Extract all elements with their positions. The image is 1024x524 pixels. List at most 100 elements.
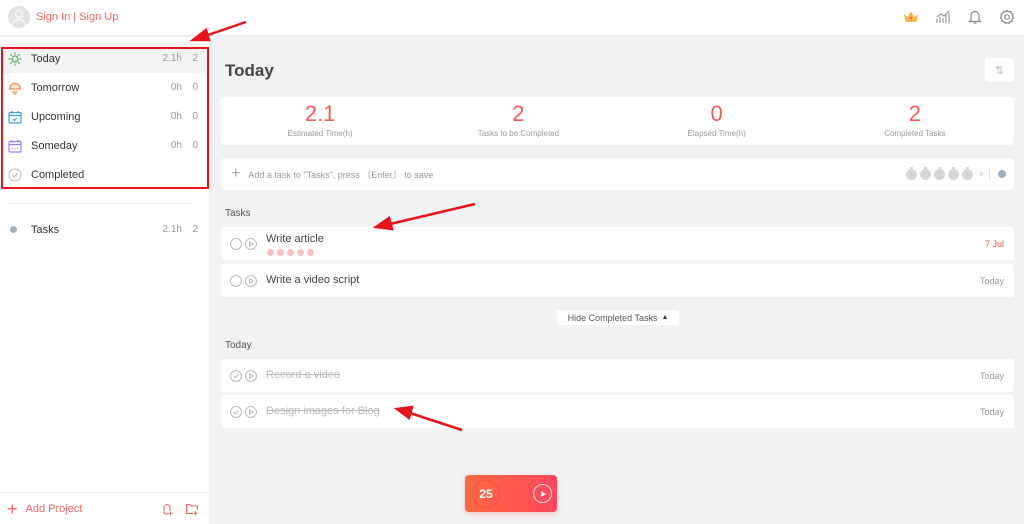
start-timer-button[interactable] <box>245 275 257 287</box>
task-due-date: Today <box>979 407 1004 417</box>
sidebar-item-hours: 0h <box>170 82 182 93</box>
sidebar-footer-icons <box>161 502 199 516</box>
sidebar-item-label: Today <box>31 52 61 65</box>
add-project-label: Add Project <box>25 502 83 515</box>
sidebar-item-upcoming[interactable]: Upcoming 0h 0 <box>2 102 207 131</box>
add-filter-icon[interactable] <box>161 502 175 516</box>
timer-start-button[interactable] <box>533 484 552 503</box>
task-row[interactable]: Write a video script Today <box>221 264 1014 297</box>
pomodoro-timer-widget[interactable]: 25 <box>465 475 557 512</box>
sun-icon <box>8 52 22 66</box>
sidebar-item-label: Tomorrow <box>31 81 80 94</box>
project-label: Tasks <box>31 223 60 236</box>
main-content: Today ⇅ 2.1 Estimated Time(h) 2 Tasks to… <box>209 37 1024 524</box>
pomodoro-icon[interactable] <box>920 166 932 180</box>
sidebar-item-tomorrow[interactable]: Tomorrow 0h 0 <box>2 73 207 102</box>
play-icon <box>249 409 254 415</box>
pomodoro-icon <box>307 249 314 256</box>
task-due-date: Today <box>979 276 1004 286</box>
section-label-today: Today <box>225 340 252 351</box>
settings-gear-icon[interactable] <box>998 8 1016 26</box>
plus-icon: + <box>231 165 241 182</box>
stats-panel: 2.1 Estimated Time(h) 2 Tasks to be Comp… <box>221 97 1014 145</box>
pomodoro-icon <box>297 249 304 256</box>
task-row[interactable]: Write article 7 Jul <box>221 227 1014 260</box>
sidebar-item-today[interactable]: Today 2.1h 2 <box>2 44 207 73</box>
notification-bell-icon[interactable] <box>966 8 984 26</box>
sidebar-project-tasks[interactable]: Tasks 2.1h 2 <box>2 215 207 244</box>
stat-value: 2.1 <box>304 101 336 126</box>
project-count: 2 <box>192 224 198 235</box>
task-title: Write article <box>266 233 324 245</box>
divider <box>989 168 990 180</box>
sort-icon: ⇅ <box>994 64 1005 77</box>
sort-button[interactable]: ⇅ <box>985 58 1014 82</box>
stat-elapsed-time: 0 Elapsed Time(h) <box>618 97 816 145</box>
stat-value: 0 <box>710 101 723 126</box>
pomodoro-icon[interactable] <box>934 166 946 180</box>
stat-value: 2 <box>908 101 921 126</box>
chevron-right-icon[interactable]: › <box>979 168 983 180</box>
task-row-completed[interactable]: Design images for Blog Today <box>221 395 1014 428</box>
task-title: Record a video <box>266 369 340 381</box>
pomodoro-icon <box>287 249 294 256</box>
task-completed-checkbox[interactable] <box>230 370 242 382</box>
add-project-button[interactable]: + Add Project <box>7 498 83 519</box>
task-title: Write a video script <box>266 274 360 286</box>
sidebar-item-label: Someday <box>31 139 78 152</box>
hide-completed-toggle[interactable]: Hide Completed Tasks ▲ <box>557 310 679 325</box>
add-task-input[interactable]: + Add a task to "Tasks", press 〔Enter〕 t… <box>221 158 1014 190</box>
pomodoro-icon[interactable] <box>906 166 918 180</box>
project-color-dot[interactable] <box>998 170 1006 178</box>
stat-caption: Elapsed Time(h) <box>687 129 746 138</box>
sidebar-item-count: 0 <box>192 111 198 122</box>
calendar-dots-icon <box>8 139 22 153</box>
sidebar-item-count: 0 <box>192 82 198 93</box>
sidebar-item-someday[interactable]: Someday 0h 0 <box>2 131 207 160</box>
hide-completed-label: Hide Completed Tasks <box>567 312 658 323</box>
task-due-date: 7 Jul <box>984 239 1004 249</box>
task-complete-checkbox[interactable] <box>230 275 242 287</box>
task-due-date: Today <box>979 371 1004 381</box>
start-timer-button[interactable] <box>245 370 257 382</box>
play-icon <box>540 490 546 497</box>
premium-crown-icon[interactable] <box>902 8 920 26</box>
stat-caption: Estimated Time(h) <box>287 129 353 138</box>
add-folder-icon[interactable] <box>185 502 199 516</box>
sidebar-item-count: 0 <box>192 140 198 151</box>
avatar-body-shape <box>12 19 26 28</box>
sign-in-link[interactable]: Sign In | Sign Up <box>36 11 118 23</box>
sidebar-footer: + Add Project <box>0 492 209 524</box>
statistics-icon[interactable] <box>934 8 952 26</box>
pomodoro-estimate-picker[interactable] <box>906 166 974 180</box>
task-completed-checkbox[interactable] <box>230 406 242 418</box>
stat-value: 2 <box>512 101 525 126</box>
sunset-icon <box>8 81 22 95</box>
start-timer-button[interactable] <box>245 238 257 250</box>
add-task-placeholder: Add a task to "Tasks", press 〔Enter〕 to … <box>248 169 434 180</box>
play-icon <box>249 373 254 379</box>
avatar-head-shape <box>15 10 23 18</box>
check-circle-icon <box>8 167 22 182</box>
page-title: Today <box>225 61 274 80</box>
pomodoro-icon <box>267 249 274 256</box>
pomodoro-icon[interactable] <box>962 166 974 180</box>
stat-caption: Completed Tasks <box>884 129 946 138</box>
sidebar-item-count: 2 <box>192 53 198 64</box>
start-timer-button[interactable] <box>245 406 257 418</box>
avatar[interactable] <box>8 6 30 28</box>
pomodoro-icon <box>277 249 284 256</box>
check-icon <box>233 374 239 379</box>
stat-completed-tasks: 2 Completed Tasks <box>816 97 1014 145</box>
pomodoro-icon[interactable] <box>948 166 960 180</box>
task-pomodoro-estimate <box>267 249 314 256</box>
task-row-completed[interactable]: Record a video Today <box>221 359 1014 392</box>
stat-estimated-time: 2.1 Estimated Time(h) <box>221 97 419 145</box>
plus-icon: + <box>7 498 18 519</box>
sidebar-item-hours: 2.1h <box>162 53 182 64</box>
task-complete-checkbox[interactable] <box>230 238 242 250</box>
project-color-dot <box>10 226 17 233</box>
sidebar-item-completed[interactable]: Completed <box>2 160 207 189</box>
sidebar-item-label: Upcoming <box>31 110 81 123</box>
caret-up-icon: ▲ <box>661 314 669 321</box>
